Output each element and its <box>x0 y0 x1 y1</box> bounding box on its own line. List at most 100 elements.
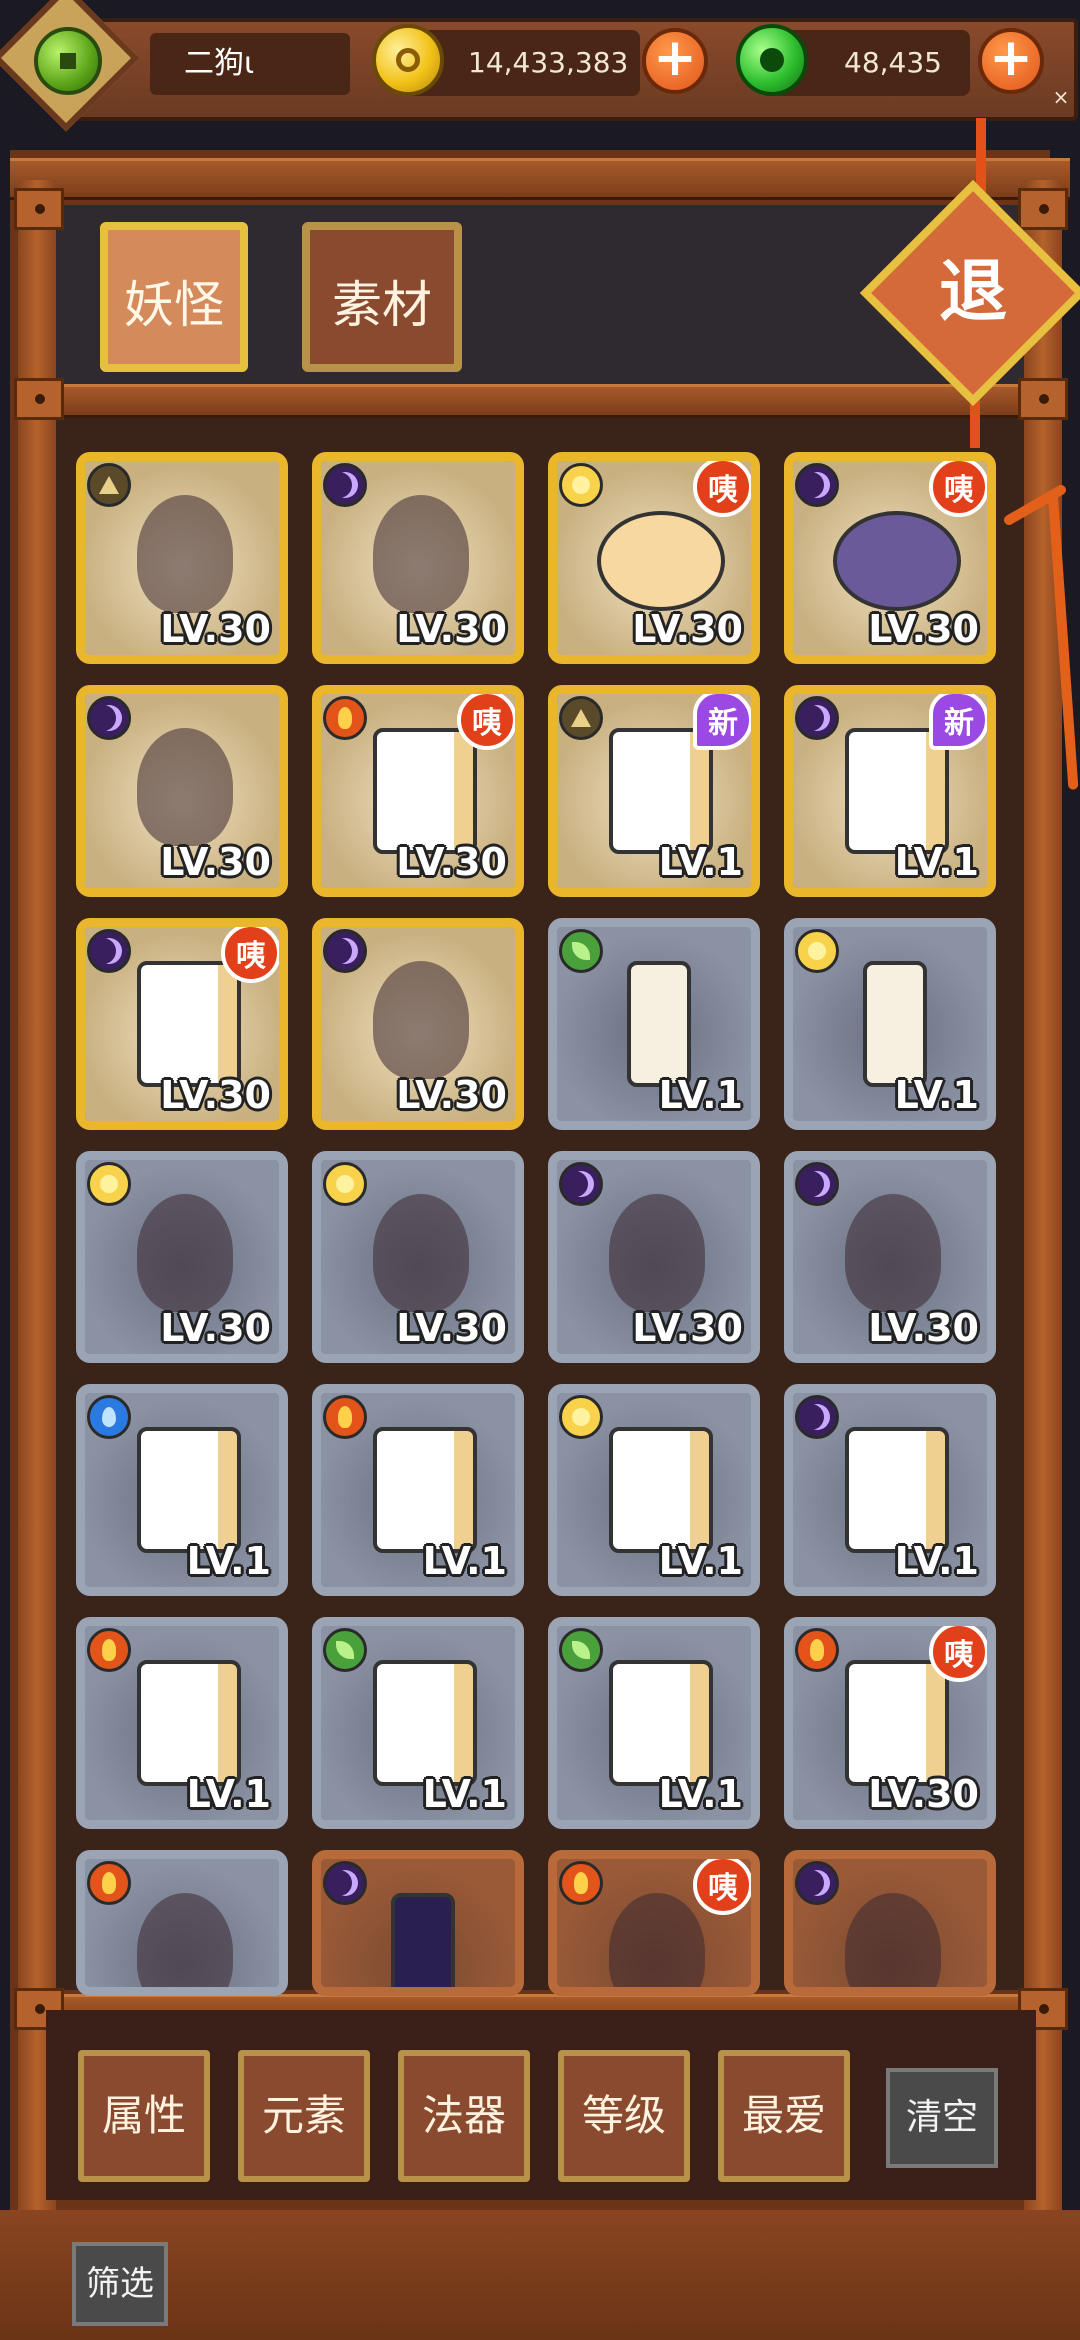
monster-card[interactable] <box>784 1850 996 1996</box>
monster-card[interactable]: 咦 LV.30 <box>76 918 288 1130</box>
card-level: LV.30 <box>632 1306 743 1350</box>
monster-card[interactable]: LV.1 <box>548 1384 760 1596</box>
card-level: LV.1 <box>186 1539 271 1583</box>
card-art-shape <box>845 1660 949 1786</box>
monster-card[interactable] <box>76 1850 288 1996</box>
left-post <box>18 180 56 2220</box>
monster-card[interactable]: LV.1 <box>76 1384 288 1596</box>
screen-filter-button[interactable]: 筛选 <box>72 2242 168 2326</box>
top-rail <box>10 158 1070 200</box>
leaf-element-icon <box>559 1628 603 1672</box>
fire-element-icon <box>323 1395 367 1439</box>
moon-element-icon <box>323 463 367 507</box>
monster-card[interactable]: LV.1 <box>312 1384 524 1596</box>
add-gold-button[interactable]: + <box>642 28 708 94</box>
monster-card[interactable]: LV.1 <box>784 918 996 1130</box>
card-level: LV.1 <box>658 840 743 884</box>
monster-card[interactable]: LV.30 <box>312 1151 524 1363</box>
card-level: LV.30 <box>160 1306 271 1350</box>
monster-card[interactable]: LV.1 <box>784 1384 996 1596</box>
monster-card[interactable]: LV.1 <box>548 1617 760 1829</box>
monster-card[interactable]: 咦 LV.30 <box>548 452 760 664</box>
monster-card[interactable]: LV.30 <box>76 685 288 897</box>
card-level: LV.30 <box>868 1306 979 1350</box>
card-level: LV.1 <box>186 1772 271 1816</box>
avatar-icon[interactable] <box>34 27 102 95</box>
monster-card[interactable]: LV.30 <box>76 452 288 664</box>
moon-element-icon <box>795 1861 839 1905</box>
card-art-shape <box>373 1660 477 1786</box>
monster-card[interactable]: LV.1 <box>76 1617 288 1829</box>
card-art-shape <box>137 1660 241 1786</box>
card-level: LV.30 <box>396 1073 507 1117</box>
filter-element-button[interactable]: 元素 <box>238 2050 370 2182</box>
card-level: LV.30 <box>160 840 271 884</box>
moon-element-icon <box>559 1162 603 1206</box>
card-level: LV.1 <box>658 1073 743 1117</box>
card-level: LV.1 <box>894 840 979 884</box>
card-level: LV.1 <box>658 1772 743 1816</box>
bolt <box>14 188 64 230</box>
clear-button[interactable]: 清空 <box>886 2068 998 2168</box>
card-art-shape <box>137 1893 233 1987</box>
card-art-shape <box>373 728 477 854</box>
card-art-shape <box>609 1660 713 1786</box>
monster-card[interactable]: LV.30 <box>312 452 524 664</box>
monster-card[interactable]: LV.30 <box>312 918 524 1130</box>
monster-card[interactable]: LV.1 <box>548 918 760 1130</box>
fire-element-icon <box>87 1628 131 1672</box>
monster-card[interactable]: 咦 <box>548 1850 760 1996</box>
leaf-element-icon <box>559 929 603 973</box>
monster-card[interactable]: LV.1 <box>312 1617 524 1829</box>
card-art-shape <box>845 1427 949 1553</box>
monster-card[interactable]: 新 LV.1 <box>548 685 760 897</box>
bolt <box>14 378 64 420</box>
filter-favorite-button[interactable]: 最爱 <box>718 2050 850 2182</box>
monster-card[interactable] <box>312 1850 524 1996</box>
card-art-shape <box>137 728 233 846</box>
sun-element-icon <box>87 1162 131 1206</box>
card-level: LV.30 <box>396 607 507 651</box>
sun-element-icon <box>795 929 839 973</box>
close-icon[interactable]: × <box>1050 86 1072 108</box>
card-level: LV.30 <box>396 1306 507 1350</box>
card-art-shape <box>373 961 469 1079</box>
filter-attribute-button[interactable]: 属性 <box>78 2050 210 2182</box>
card-art-shape <box>627 961 691 1087</box>
sun-element-icon <box>559 1395 603 1439</box>
tab-materials[interactable]: 素材 <box>302 222 462 372</box>
card-level: LV.1 <box>894 1073 979 1117</box>
monster-card[interactable]: 新 LV.1 <box>784 685 996 897</box>
tab-monsters[interactable]: 妖怪 <box>100 222 248 372</box>
card-art-shape <box>137 495 233 613</box>
earth-element-icon <box>559 696 603 740</box>
filter-level-button[interactable]: 等级 <box>558 2050 690 2182</box>
monster-card[interactable]: LV.30 <box>548 1151 760 1363</box>
moon-element-icon <box>795 1395 839 1439</box>
monster-card[interactable]: 咦 LV.30 <box>312 685 524 897</box>
exit-button-label[interactable]: 退 <box>893 213 1053 373</box>
fire-element-icon <box>323 696 367 740</box>
card-art-shape <box>597 511 725 611</box>
card-level: LV.30 <box>396 840 507 884</box>
card-level: LV.1 <box>658 1539 743 1583</box>
tab-rail <box>18 384 1058 418</box>
card-art-shape <box>609 1194 705 1312</box>
card-art-shape <box>845 1194 941 1312</box>
moon-element-icon <box>795 463 839 507</box>
monster-card[interactable]: LV.30 <box>76 1151 288 1363</box>
card-level: LV.30 <box>868 607 979 651</box>
monster-card[interactable]: LV.30 <box>784 1151 996 1363</box>
monster-card[interactable]: 咦 LV.30 <box>784 452 996 664</box>
new-badge: 新 <box>929 694 987 750</box>
add-jade-button[interactable]: + <box>978 28 1044 94</box>
favorite-badge: 咦 <box>457 694 515 750</box>
card-level: LV.30 <box>632 607 743 651</box>
monster-card[interactable]: 咦 LV.30 <box>784 1617 996 1829</box>
card-art-shape <box>609 1427 713 1553</box>
card-level: LV.30 <box>160 607 271 651</box>
favorite-badge: 咦 <box>693 461 751 517</box>
earth-element-icon <box>87 463 131 507</box>
favorite-badge: 咦 <box>929 1626 987 1682</box>
filter-artifact-button[interactable]: 法器 <box>398 2050 530 2182</box>
